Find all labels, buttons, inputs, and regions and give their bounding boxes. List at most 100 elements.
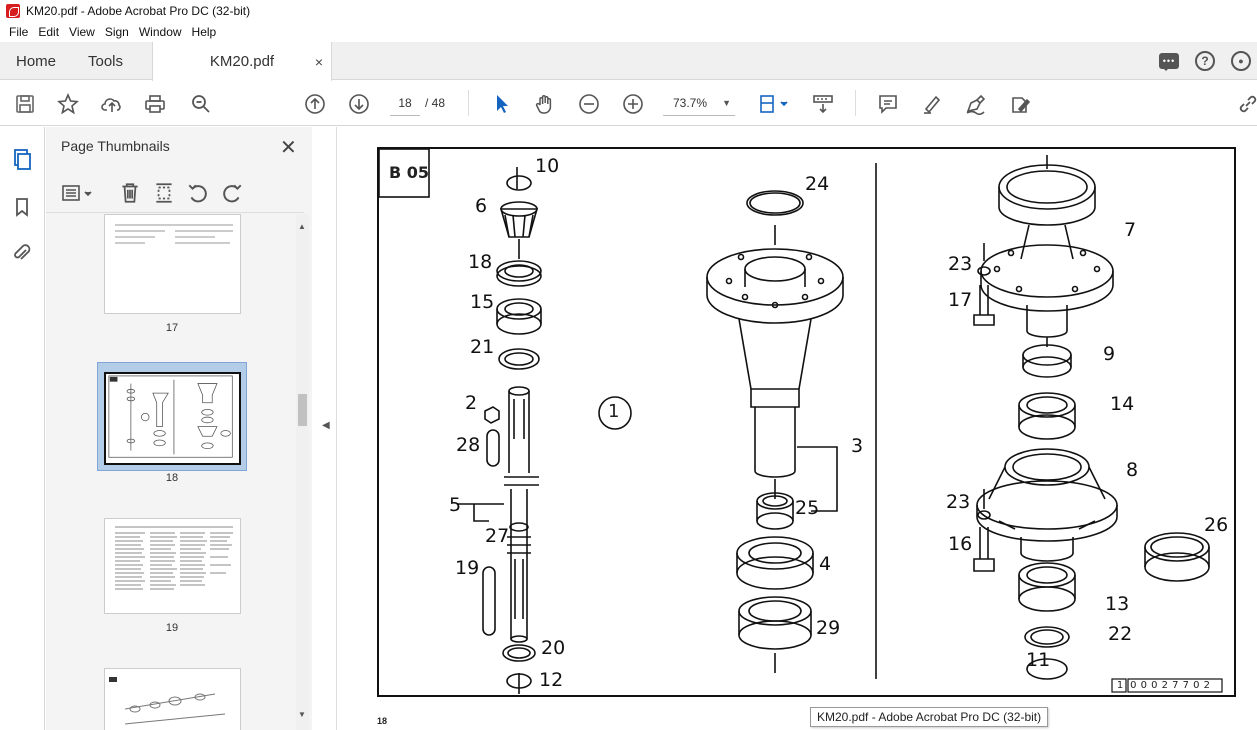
bookmarks-icon[interactable] [10, 195, 34, 219]
collapse-panel-icon[interactable]: ◀ [322, 420, 330, 431]
hand-tool-icon[interactable] [533, 92, 557, 116]
menu-window[interactable]: Window [134, 25, 187, 39]
scroll-down-arrow-icon[interactable]: ▼ [298, 710, 306, 719]
part-number-label: 27 [485, 525, 510, 547]
part-number-label: 13 [1105, 593, 1130, 615]
share-upload-icon[interactable] [100, 92, 124, 116]
highlight-pen-icon[interactable] [920, 92, 944, 116]
page-thumbnail-17[interactable] [104, 214, 241, 314]
drawing-number: 100027702 [1112, 679, 1212, 692]
part-number-label: 29 [816, 617, 841, 639]
scroll-mode-icon[interactable] [811, 92, 835, 116]
part-number-label: 20 [541, 637, 566, 659]
toolbar-separator [855, 90, 856, 116]
drawing-number-digit: 0 [1130, 680, 1137, 691]
part-number-label: 4 [819, 553, 832, 575]
tab-close-button[interactable]: × [315, 54, 323, 70]
scrollbar-thumb[interactable] [298, 394, 307, 426]
part-number-label: 22 [1108, 623, 1133, 645]
previous-page-icon[interactable] [303, 92, 327, 116]
zoom-level-select[interactable]: 73.7% ▼ [663, 90, 735, 116]
panel-close-button[interactable]: ✕ [280, 135, 297, 160]
menu-bar: File Edit View Sign Window Help [0, 22, 1257, 42]
drawing-number-digit: 1 [1116, 680, 1124, 691]
drawing-number-digit: 0 [1151, 680, 1158, 691]
tab-tools[interactable]: Tools [88, 42, 123, 80]
rotate-left-icon[interactable] [186, 181, 210, 205]
part-number-label: 5 [449, 494, 462, 516]
menu-file[interactable]: File [4, 25, 33, 39]
part-number-label: 25 [795, 497, 820, 519]
part-number-label: 18 [468, 251, 493, 273]
part-number-label: 26 [1204, 514, 1229, 536]
help-icon[interactable]: ? [1195, 51, 1215, 71]
thumbnail-scrollbar[interactable]: ▲ ▼ [296, 214, 309, 730]
save-icon[interactable] [13, 92, 37, 116]
delete-page-icon[interactable] [118, 181, 142, 205]
part-number-label: 24 [805, 173, 830, 195]
page-number-input[interactable] [390, 90, 420, 116]
pdf-page: B 05 1 10 6 18 15 21 2 28 5 27 19 20 12 24 3 25 4 29 7 23 1… [377, 147, 1236, 697]
thumbnail-list: 17 18 19 [46, 214, 296, 730]
part-number-label: 8 [1126, 459, 1139, 481]
menu-view[interactable]: View [64, 25, 100, 39]
thumbnail-preview [109, 677, 226, 725]
scroll-up-arrow-icon[interactable]: ▲ [298, 222, 306, 231]
part-number-label: 17 [948, 289, 973, 311]
thumbnail-label-18: 18 [165, 472, 179, 484]
zoom-out-icon[interactable] [577, 92, 601, 116]
acrobat-app-icon [6, 4, 20, 18]
tab-home[interactable]: Home [16, 42, 56, 80]
sign-pen-icon[interactable] [963, 92, 987, 116]
page-thumbnail-19[interactable] [104, 518, 241, 614]
part-number-label: 23 [948, 253, 973, 275]
menu-help[interactable]: Help [187, 25, 222, 39]
thumbnail-label-17: 17 [165, 322, 179, 334]
tab-document[interactable]: KM20.pdf × [152, 42, 332, 81]
thumbnail-preview [115, 224, 233, 244]
part-number-label: 19 [455, 557, 480, 579]
drawing-number-digit: 2 [1161, 680, 1168, 691]
comment-icon[interactable] [876, 92, 900, 116]
drawing-number-digit: 2 [1203, 680, 1210, 691]
select-cursor-icon[interactable] [490, 92, 514, 116]
part-number-label: 28 [456, 434, 481, 456]
fill-sign-icon[interactable] [1008, 92, 1032, 116]
part-number-label: 9 [1103, 343, 1116, 365]
part-number-label: 11 [1026, 649, 1051, 671]
comments-icon[interactable]: ••• [1159, 53, 1179, 71]
attachments-icon[interactable] [10, 241, 34, 265]
chevron-down-icon: ▼ [722, 97, 731, 108]
window-title: KM20.pdf - Adobe Acrobat Pro DC (32-bit) [26, 4, 251, 18]
drawing-number-digit: 0 [1193, 680, 1200, 691]
main-toolbar [0, 81, 1257, 126]
search-zoom-icon[interactable] [189, 92, 213, 116]
thumbnail-options-icon[interactable] [60, 181, 96, 205]
page-thumbnail-18[interactable] [104, 372, 241, 465]
print-icon[interactable] [143, 92, 167, 116]
zoom-in-icon[interactable] [621, 92, 645, 116]
part-number-label: 14 [1110, 393, 1135, 415]
page-thumbnail-20[interactable] [104, 668, 241, 730]
menu-edit[interactable]: Edit [33, 25, 64, 39]
section-code: B 05 [389, 163, 430, 182]
page-footer-number: 18 [377, 716, 388, 726]
thumbnail-toolbar [46, 173, 304, 213]
page-fit-icon[interactable] [757, 92, 789, 116]
document-view[interactable]: B 05 1 10 6 18 15 21 2 28 5 27 19 20 12 24 3 25 4 29 7 23 1… [336, 127, 1257, 730]
bookmark-star-icon[interactable] [56, 92, 80, 116]
drawing-number-digit: 7 [1172, 680, 1179, 691]
next-page-icon[interactable] [347, 92, 371, 116]
extract-page-icon[interactable] [152, 181, 176, 205]
link-icon[interactable] [1236, 92, 1257, 116]
window-tooltip: KM20.pdf - Adobe Acrobat Pro DC (32-bit) [810, 707, 1049, 727]
thumbnail-label-19: 19 [165, 622, 179, 634]
part-number-label: 7 [1124, 219, 1137, 241]
rotate-right-icon[interactable] [220, 181, 244, 205]
part-number-label: 16 [948, 533, 973, 555]
thumbnail-preview [108, 375, 233, 458]
zoom-level-value: 73.7% [673, 95, 708, 110]
page-thumbnails-icon[interactable] [10, 147, 34, 171]
menu-sign[interactable]: Sign [100, 25, 134, 39]
account-icon[interactable]: ● [1231, 51, 1251, 71]
